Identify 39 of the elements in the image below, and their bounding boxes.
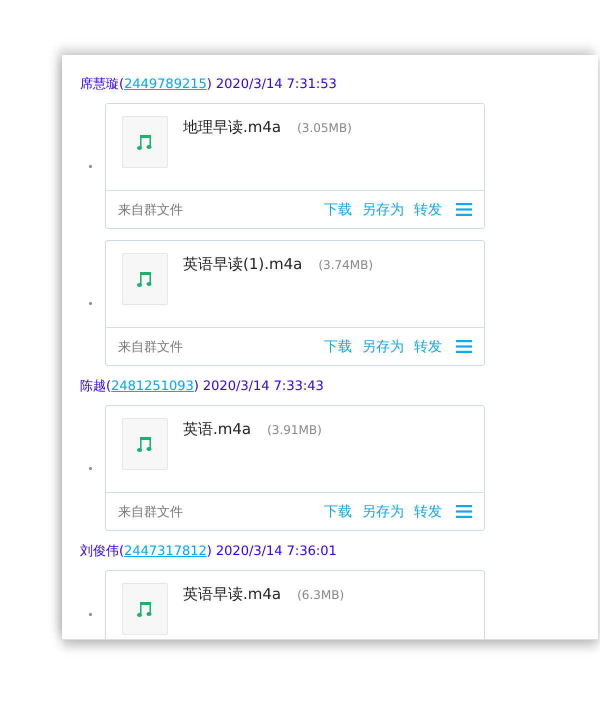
message-time: 2020/3/14 7:33:43 [202,379,324,394]
bullet-icon [89,164,92,168]
file-source: 来自群文件 [118,504,184,520]
bullet-icon [89,302,92,304]
bullet-icon [89,466,92,470]
file-name: 地理早读.m4a [183,118,282,137]
message-time: 2020/3/14 7:36:01 [216,544,337,559]
sender-name-close: ) [194,379,199,394]
file-source: 来自群文件 [118,338,184,356]
file-source: 来自群文件 [118,202,184,218]
file-size: (6.3MB) [297,588,344,602]
menu-icon[interactable] [456,505,472,518]
sender-name-close: ) [206,77,212,92]
file-action-link[interactable]: 转发 [414,338,442,356]
file-action-link[interactable]: 下载 [324,338,352,356]
sender-name: 陈越( [80,379,112,394]
file-action-link[interactable]: 下载 [324,502,352,520]
sender-name-close: ) [206,544,212,559]
file-action-link[interactable]: 另存为 [362,338,404,356]
file-action-link[interactable]: 转发 [414,200,442,218]
sender-name: 席慧璇( [80,77,124,92]
file-size: (3.91MB) [267,423,322,437]
qq-number-link[interactable]: 2447317812 [124,544,207,559]
file-size: (3.74MB) [318,258,374,272]
file-action-link[interactable]: 另存为 [362,200,404,218]
menu-icon[interactable] [456,340,472,353]
file-name: 英语.m4a [183,420,252,439]
file-name: 英语早读.m4a [183,585,282,604]
file-size: (3.05MB) [297,121,352,135]
bullet-icon [89,612,92,616]
file-action-link[interactable]: 下载 [324,200,352,218]
menu-icon[interactable] [456,203,472,216]
file-action-link[interactable]: 另存为 [362,502,404,520]
message-time: 2020/3/14 7:31:53 [216,77,337,92]
file-name: 英语早读(1).m4a [183,255,302,274]
qq-number-link[interactable]: 2449789215 [124,77,207,92]
file-action-link[interactable]: 转发 [414,502,442,520]
qq-number-link[interactable]: 2481251093 [111,379,194,394]
sender-name: 刘俊伟( [80,544,124,559]
